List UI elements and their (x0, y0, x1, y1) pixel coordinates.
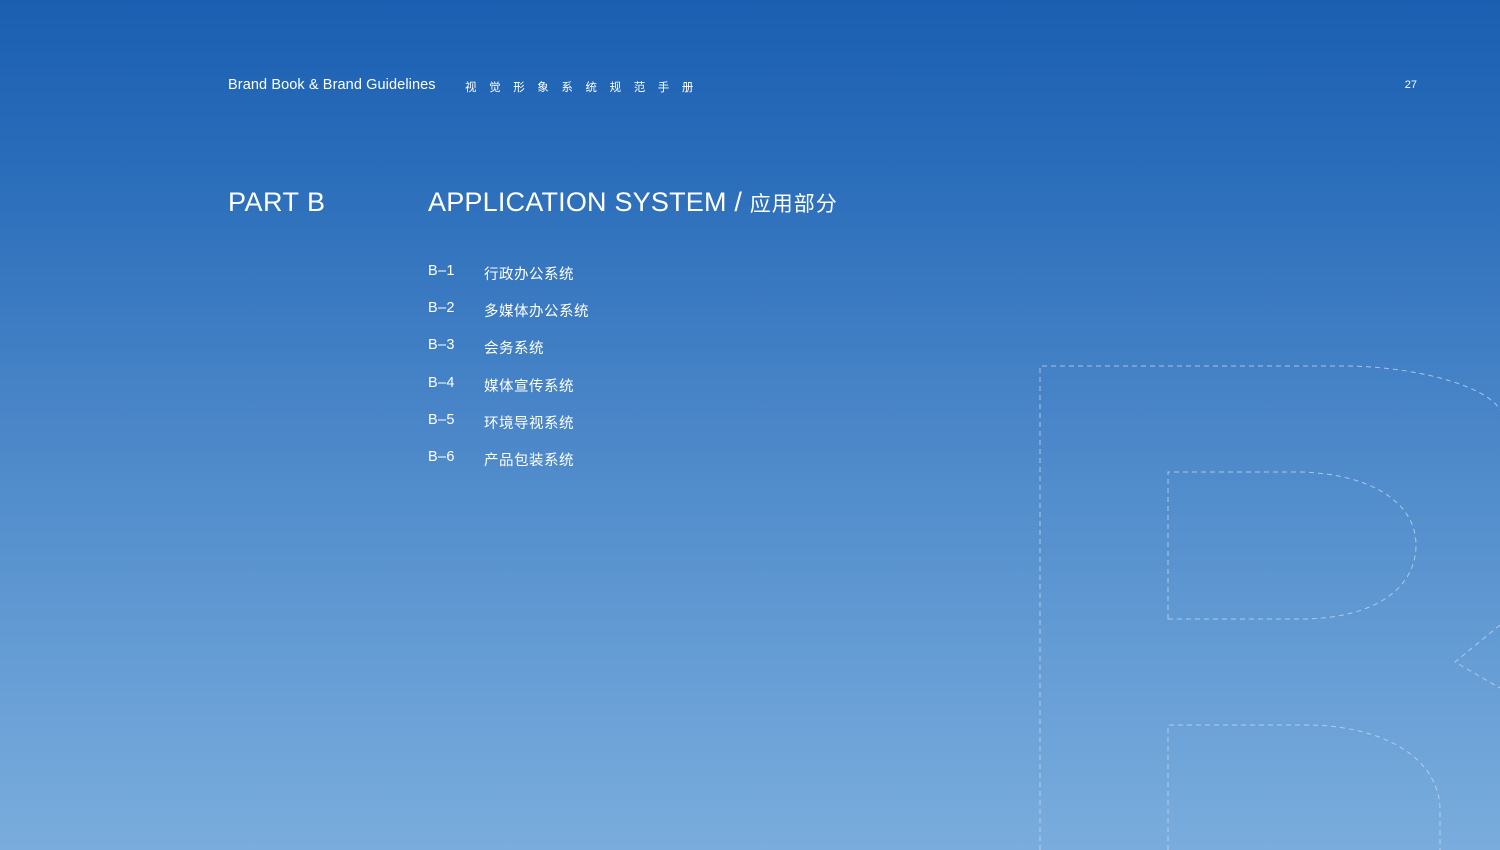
toc-item-b1[interactable]: B–1 行政办公系统 (428, 263, 589, 300)
part-label: PART B (228, 187, 326, 217)
section-title-cn: 应用部分 (749, 193, 838, 216)
toc-code: B–4 (428, 374, 455, 391)
toc-code: B–5 (428, 411, 455, 428)
brand-book-title: Brand Book & Brand Guidelines (228, 77, 436, 93)
toc-label: 环境导视系统 (484, 415, 574, 432)
toc-label: 多媒体办公系统 (484, 304, 589, 321)
big-letter-b-outline-icon (1039, 365, 1500, 850)
toc-code: B–6 (428, 448, 455, 465)
toc-item-b2[interactable]: B–2 多媒体办公系统 (428, 300, 589, 337)
toc-item-b6[interactable]: B–6 产品包装系统 (428, 449, 589, 486)
toc-label: 媒体宣传系统 (484, 378, 574, 395)
toc-code: B–3 (428, 337, 455, 354)
toc-item-b4[interactable]: B–4 媒体宣传系统 (428, 375, 589, 412)
toc-item-b5[interactable]: B–5 环境导视系统 (428, 412, 589, 449)
toc-label: 产品包装系统 (484, 452, 574, 469)
toc-label: 会务系统 (484, 341, 544, 358)
page-number: 27 (1404, 79, 1417, 91)
toc-item-b3[interactable]: B–3 会务系统 (428, 337, 589, 374)
toc-code: B–1 (428, 263, 455, 279)
section-title-en: APPLICATION SYSTEM (428, 187, 727, 217)
manual-subtitle: 视觉形象系统规范手册 (465, 82, 706, 94)
toc-code: B–2 (428, 300, 455, 317)
toc-label: 行政办公系统 (484, 267, 574, 283)
section-title-separator: / (726, 187, 750, 217)
section-title: APPLICATION SYSTEM / 应用部分 (428, 187, 838, 218)
table-of-contents: B–1 行政办公系统 B–2 多媒体办公系统 B–3 会务系统 B–4 媒体宣传… (428, 263, 589, 486)
